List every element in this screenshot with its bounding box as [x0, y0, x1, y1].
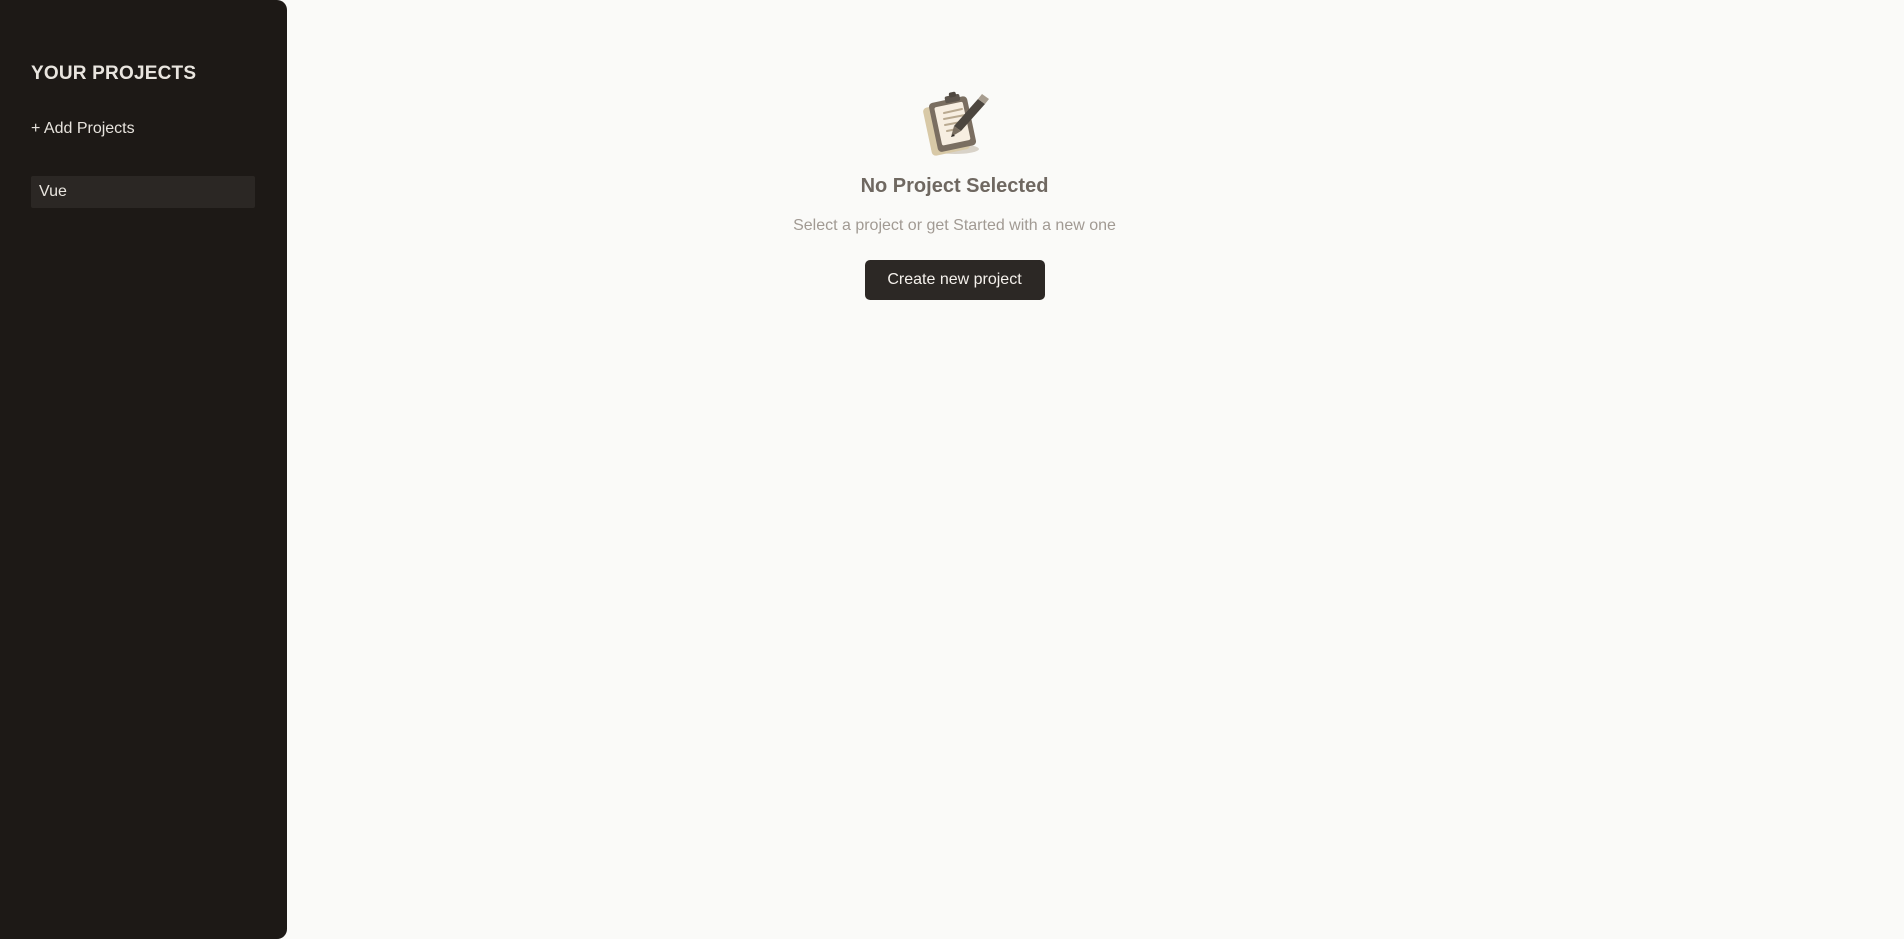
empty-state-title: No Project Selected: [860, 175, 1049, 197]
project-item-vue[interactable]: Vue: [31, 176, 255, 208]
project-list: Vue: [31, 176, 256, 208]
clipboard-icon: [922, 91, 989, 156]
sidebar: YOUR PROJECTS + Add Projects Vue: [0, 0, 287, 939]
create-new-project-button[interactable]: Create new project: [864, 260, 1045, 300]
sidebar-title: YOUR PROJECTS: [31, 63, 197, 84]
app-window: YOUR PROJECTS + Add Projects Vue No Proj…: [0, 0, 1904, 939]
empty-state: No Project Selected Select a project or …: [287, 88, 1622, 300]
empty-state-subtitle: Select a project or get Started with a n…: [793, 217, 1116, 234]
add-projects-button[interactable]: + Add Projects: [31, 119, 135, 139]
main-content: No Project Selected Select a project or …: [287, 0, 1904, 939]
